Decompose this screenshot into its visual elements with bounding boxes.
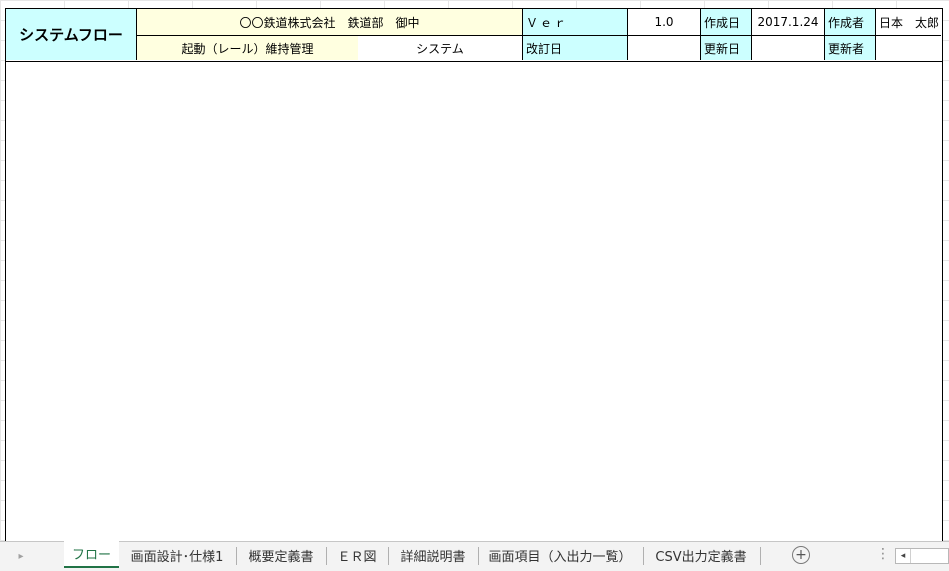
updated-label[interactable]: 更新日: [700, 35, 751, 60]
document-header: システムフロー 〇〇鉄道株式会社 鉄道部 御中 Ｖｅｒ 1.0 作成日 2017…: [5, 8, 943, 62]
client-name[interactable]: 〇〇鉄道株式会社 鉄道部 御中: [136, 9, 522, 35]
tab-csv-output[interactable]: CSV出力定義書: [645, 542, 757, 568]
tab-separator: [760, 547, 761, 565]
created-label[interactable]: 作成日: [700, 9, 751, 35]
tab-detail-description[interactable]: 詳細説明書: [390, 542, 476, 568]
vertical-dots-icon[interactable]: ⋮: [876, 546, 890, 562]
tab-separator: [643, 547, 644, 565]
tab-separator: [388, 547, 389, 565]
horizontal-scrollbar[interactable]: ◂: [895, 548, 949, 564]
tab-overview-definition[interactable]: 概要定義書: [238, 542, 324, 568]
tab-separator: [236, 547, 237, 565]
tab-screen-design[interactable]: 画面設計･仕様1: [121, 542, 233, 568]
author-name[interactable]: 日本 太郎: [875, 9, 941, 35]
ver-label[interactable]: Ｖｅｒ: [522, 9, 627, 35]
triangle-left-icon[interactable]: ◂: [896, 549, 911, 563]
updated-date[interactable]: [751, 35, 824, 60]
triangle-right-icon[interactable]: ▸: [14, 548, 28, 564]
updater-label[interactable]: 更新者: [824, 35, 875, 60]
sheet-tab-bar: ▸ フロー 画面設計･仕様1 概要定義書 ＥＲ図 詳細説明書 画面項目（入出力一…: [0, 541, 949, 571]
doc-title[interactable]: システムフロー: [6, 9, 136, 60]
tab-flow[interactable]: フロー: [64, 541, 119, 568]
system-name[interactable]: システム: [358, 35, 522, 60]
tab-separator: [326, 547, 327, 565]
tab-er-diagram[interactable]: ＥＲ図: [328, 542, 386, 568]
tab-screen-items[interactable]: 画面項目（入出力一覧）: [480, 542, 640, 568]
author-label[interactable]: 作成者: [824, 9, 875, 35]
ver-value[interactable]: 1.0: [627, 9, 700, 35]
flow-drawing-area[interactable]: [5, 62, 943, 542]
updater-name[interactable]: [875, 35, 941, 60]
revised-date[interactable]: [627, 35, 700, 60]
process-name[interactable]: 起動（レール）維持管理: [136, 35, 358, 60]
tab-separator: [478, 547, 479, 565]
revised-label[interactable]: 改訂日: [522, 35, 627, 60]
plus-circle-icon[interactable]: +: [792, 546, 810, 564]
created-date[interactable]: 2017.1.24: [751, 9, 824, 35]
